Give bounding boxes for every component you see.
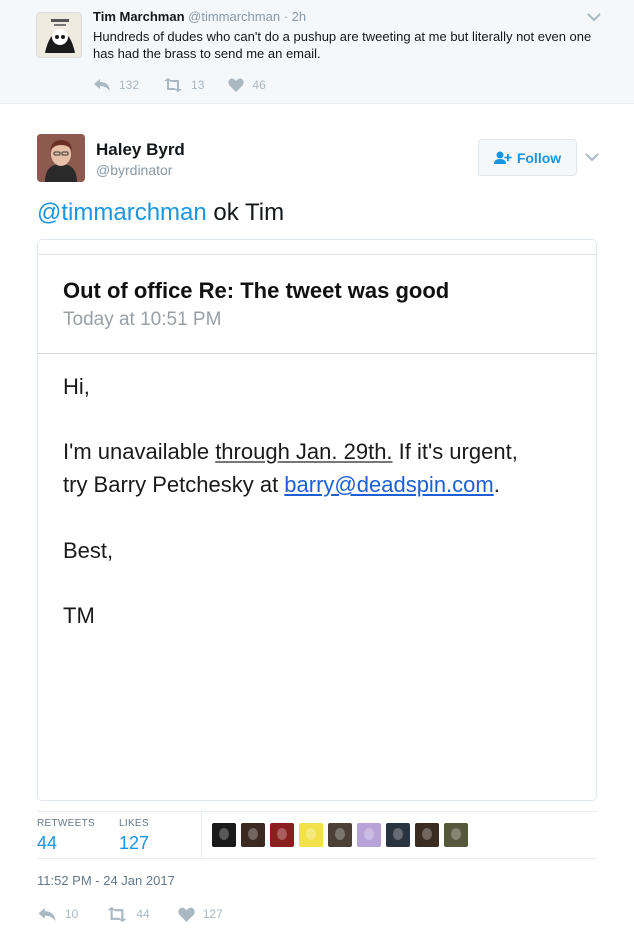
email-subject: Out of office Re: The tweet was good xyxy=(63,278,450,303)
email-line-2: try Barry Petchesky at barry@deadspin.co… xyxy=(63,468,500,501)
chevron-down-icon[interactable] xyxy=(584,151,600,163)
follow-button[interactable]: Follow xyxy=(478,139,577,176)
parent-tweet-text: Hundreds of dudes who can't do a pushup … xyxy=(93,29,592,61)
parent-header: Tim Marchman @timmarchman · 2h xyxy=(93,9,306,25)
email-date: Today at 10:51 PM xyxy=(63,309,222,330)
reply-button[interactable]: 10 xyxy=(37,907,78,922)
reply-icon xyxy=(38,907,56,921)
liker-avatar[interactable] xyxy=(328,823,352,847)
tweet-text: @timmarchman ok Tim xyxy=(37,197,284,229)
retweet-button[interactable]: 44 xyxy=(106,906,150,922)
email-closing: Best, xyxy=(63,538,114,563)
parent-timestamp[interactable]: · 2h xyxy=(284,9,306,24)
parent-tweet[interactable]: Tim Marchman @timmarchman · 2h Hundreds … xyxy=(0,0,634,104)
liker-avatar[interactable] xyxy=(386,823,410,847)
heart-icon xyxy=(228,78,245,92)
liker-avatar[interactable] xyxy=(212,823,236,847)
liker-avatar[interactable] xyxy=(270,823,294,847)
liker-avatars xyxy=(212,823,473,847)
like-button[interactable]: 127 xyxy=(177,907,223,922)
add-user-icon xyxy=(493,151,512,164)
retweet-icon xyxy=(107,906,128,922)
stats-vertical-divider xyxy=(201,812,202,858)
parent-retweet-button[interactable]: 13 xyxy=(163,78,204,92)
email-signature: TM xyxy=(63,603,95,628)
parent-author-name[interactable]: Tim Marchman xyxy=(93,9,185,24)
liker-avatar[interactable] xyxy=(241,823,265,847)
email-header-divider xyxy=(38,353,596,354)
retweet-icon xyxy=(164,78,183,92)
author-name[interactable]: Haley Byrd xyxy=(96,140,185,160)
email-address-link: barry@deadspin.com xyxy=(284,472,494,497)
likes-label[interactable]: LIKES xyxy=(119,818,149,830)
follow-button-label: Follow xyxy=(516,149,562,166)
retweets-label[interactable]: RETWEETS xyxy=(37,818,95,830)
tweet-actions: 10 44 127 xyxy=(37,905,247,923)
liker-avatar[interactable] xyxy=(415,823,439,847)
parent-author-handle[interactable]: @timmarchman xyxy=(188,9,280,24)
author-avatar[interactable] xyxy=(37,134,85,182)
parent-avatar[interactable] xyxy=(36,12,82,58)
parent-like-button[interactable]: 46 xyxy=(228,78,266,92)
liker-avatar[interactable] xyxy=(444,823,468,847)
email-line-1-a: I'm unavailable xyxy=(63,439,216,464)
likes-count[interactable]: 127 xyxy=(119,833,149,853)
email-greeting: Hi, xyxy=(63,374,90,399)
reply-icon xyxy=(94,79,110,91)
email-line-2-a: try Barry Petchesky at xyxy=(63,472,285,497)
tweet-text-body: ok Tim xyxy=(206,199,285,226)
stats-top-divider xyxy=(37,811,597,812)
parent-reply-count: 132 xyxy=(119,78,140,92)
liker-avatar[interactable] xyxy=(357,823,381,847)
email-line-1: I'm unavailable through Jan. 29th. If it… xyxy=(63,435,518,468)
parent-retweet-count: 13 xyxy=(191,78,205,92)
like-count: 127 xyxy=(202,907,223,921)
chevron-down-icon[interactable] xyxy=(586,11,602,23)
retweet-count: 44 xyxy=(136,907,150,921)
parent-like-count: 46 xyxy=(252,78,266,92)
email-date-phrase: through Jan. 29th. xyxy=(215,439,393,464)
attached-image[interactable]: Out of office Re: The tweet was good Tod… xyxy=(37,239,597,801)
liker-avatar[interactable] xyxy=(299,823,323,847)
email-line-1-c: If it's urgent, xyxy=(392,439,518,464)
email-line-2-c: . xyxy=(493,472,500,497)
mention-link[interactable]: @timmarchman xyxy=(37,199,207,226)
email-top-divider xyxy=(38,254,596,255)
stats-bottom-divider xyxy=(37,858,597,859)
author-handle[interactable]: @byrdinator xyxy=(96,162,172,178)
parent-tweet-actions: 132 13 46 xyxy=(93,76,290,94)
retweets-count[interactable]: 44 xyxy=(37,833,57,853)
reply-count: 10 xyxy=(65,907,79,921)
tweet-timestamp[interactable]: 11:52 PM - 24 Jan 2017 xyxy=(37,873,175,889)
parent-reply-button[interactable]: 132 xyxy=(93,78,139,92)
heart-icon xyxy=(177,907,195,922)
